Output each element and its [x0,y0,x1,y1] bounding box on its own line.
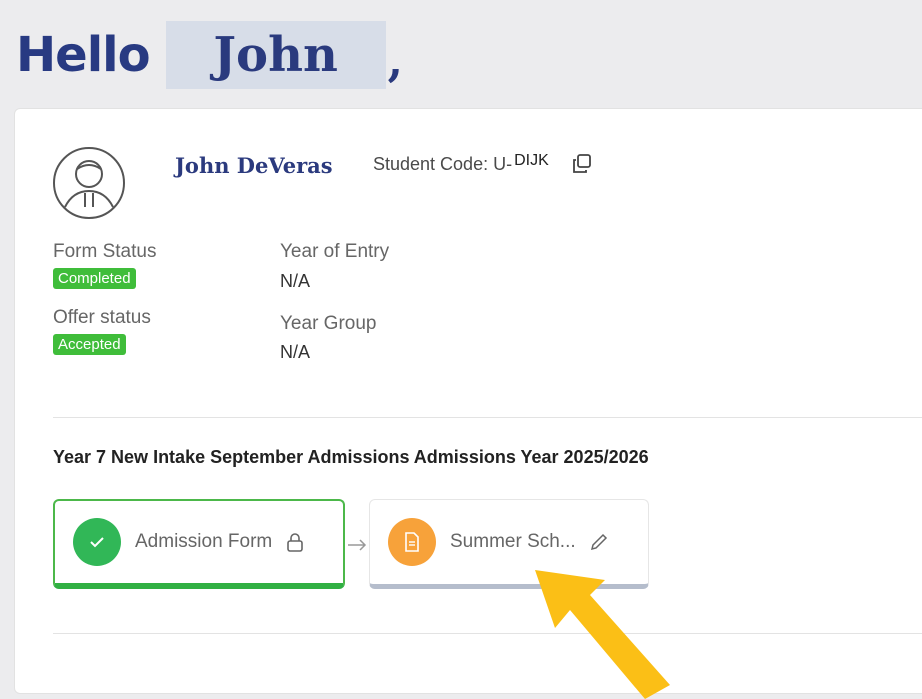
lock-icon [287,533,304,552]
offer-status-label: Offer status [53,307,151,328]
step-label: Summer Sch... [450,531,576,552]
student-full-name: John DeVeras [175,153,333,178]
year-of-entry-label: Year of Entry [280,241,390,262]
student-code-value: DIJK [514,152,549,169]
arrow-right-icon [348,539,367,551]
document-icon [388,518,436,566]
annotation-arrow-icon [535,570,670,699]
step-label: Admission Form [135,531,273,552]
year-group-label: Year Group [280,313,377,334]
form-status-badge: Completed [53,268,136,289]
check-icon [73,518,121,566]
pencil-icon[interactable] [588,531,610,553]
student-card: John DeVeras Student Code: U- DIJK Form … [14,108,922,694]
admissions-title: Year 7 New Intake September Admissions A… [53,447,649,467]
avatar-icon [53,147,125,219]
year-of-entry-value: N/A [280,271,311,291]
section-divider-bottom [53,633,922,634]
greeting-name-highlight: John [165,21,386,89]
offer-status-badge: Accepted [53,334,126,355]
section-divider [53,417,922,418]
year-group-value: N/A [280,342,311,362]
greeting-hello: Hello [16,27,151,83]
greeting-name: John [213,27,338,83]
copy-icon[interactable] [571,153,593,175]
student-code-label: Student Code: U- [373,153,513,174]
greeting-header: Hello John , [16,20,403,90]
step-admission-form[interactable]: Admission Form [53,499,345,589]
form-status-label: Form Status [53,241,157,262]
student-code: Student Code: U- DIJK [373,152,593,175]
greeting-comma: , [387,35,403,87]
